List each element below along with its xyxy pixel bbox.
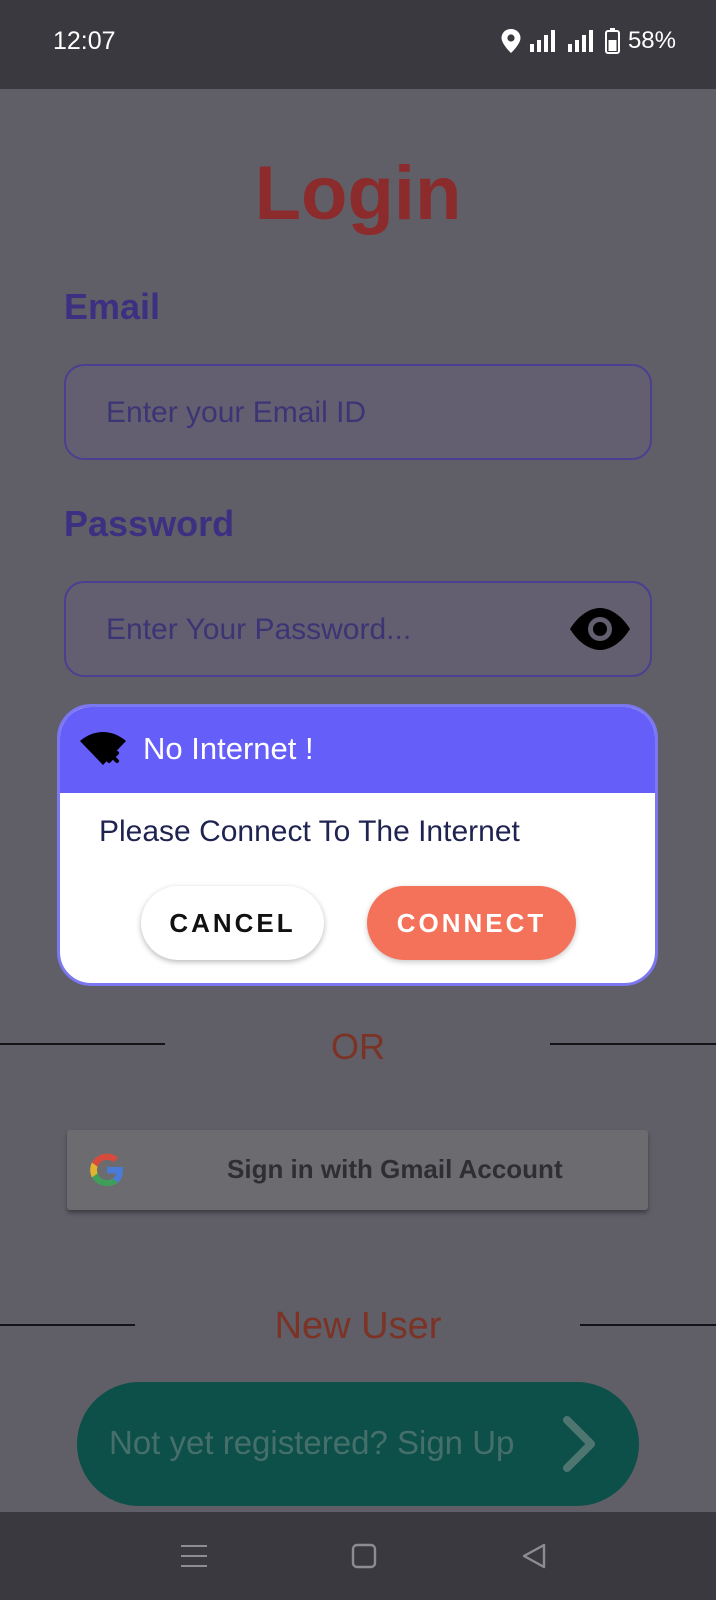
email-input[interactable]: [104, 366, 538, 460]
status-bar: 12:07 58%: [0, 0, 716, 89]
home-icon[interactable]: [350, 1542, 378, 1570]
email-label: Email: [64, 286, 161, 327]
password-field-box: [64, 581, 652, 677]
status-time: 12:07: [53, 27, 116, 55]
new-user-text: New User: [274, 1305, 442, 1347]
signal-icon: [567, 30, 593, 52]
wifi-off-icon: [80, 732, 126, 765]
eye-icon[interactable]: [568, 607, 632, 651]
cancel-button[interactable]: CANCEL: [141, 886, 324, 960]
gmail-signin-button[interactable]: Sign in with Gmail Account: [67, 1130, 648, 1210]
login-title: Login: [254, 151, 462, 236]
password-input[interactable]: [104, 583, 538, 677]
battery-percent: 58%: [627, 27, 676, 54]
navigation-bar: [0, 1512, 716, 1600]
signal-icon: [529, 30, 555, 52]
password-label: Password: [64, 503, 235, 544]
chevron-right-icon: [563, 1416, 595, 1472]
email-field-box: [64, 364, 652, 460]
gmail-signin-label: Sign in with Gmail Account: [227, 1154, 563, 1184]
signup-label: Not yet registered? Sign Up: [109, 1424, 515, 1461]
dialog-header: No Internet !: [60, 707, 655, 793]
battery-icon: [604, 28, 620, 54]
connect-button[interactable]: CONNECT: [367, 886, 576, 960]
menu-icon[interactable]: [180, 1542, 208, 1570]
no-internet-dialog: No Internet ! Please Connect To The Inte…: [57, 704, 658, 986]
signup-button[interactable]: Not yet registered? Sign Up: [77, 1382, 639, 1506]
google-g-icon: [90, 1153, 123, 1186]
dialog-message: Please Connect To The Internet: [99, 815, 520, 848]
status-icons: 58%: [501, 27, 676, 55]
or-text: OR: [331, 1026, 385, 1067]
back-icon[interactable]: [520, 1542, 548, 1570]
dialog-title: No Internet !: [143, 731, 314, 766]
location-icon: [501, 29, 521, 53]
